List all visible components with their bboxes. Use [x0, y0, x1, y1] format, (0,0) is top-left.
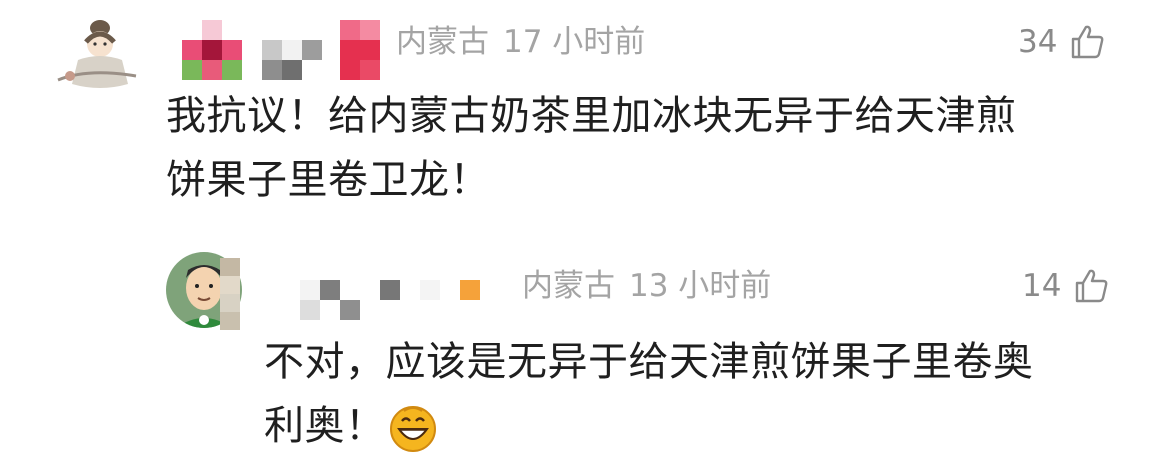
username-mosaic[interactable] [340, 20, 380, 80]
avatar[interactable] [48, 14, 144, 98]
comment-line-text: 利奥！ [264, 403, 386, 449]
comment-text: 我抗议！给内蒙古奶茶里加冰块无异于给天津煎 饼果子里卷卫龙！ [166, 84, 1017, 212]
comment-meta: 内蒙古 17 小时前 [396, 22, 645, 62]
comment-meta: 内蒙古 13 小时前 [522, 266, 771, 306]
grinning-face-emoji-icon [389, 406, 436, 452]
location-label: 内蒙古 [396, 24, 489, 60]
username-mosaic[interactable] [380, 280, 480, 300]
comment-line: 饼果子里卷卫龙！ [166, 157, 490, 203]
like-count: 34 [1018, 24, 1058, 60]
comment-text: 不对，应该是无异于给天津煎饼果子里卷奥 利奥！ [264, 330, 1034, 458]
location-label: 内蒙古 [522, 268, 615, 304]
cartoon-girl-avatar-icon [48, 14, 144, 98]
like-count: 14 [1022, 268, 1062, 304]
thumbs-up-icon [1072, 25, 1104, 59]
comment-line: 利奥！ [264, 394, 1034, 458]
time-label: 17 小时前 [503, 24, 646, 60]
username-mosaic[interactable] [300, 280, 360, 320]
like-button[interactable]: 34 [1018, 22, 1105, 62]
username-mosaic[interactable] [182, 20, 242, 80]
time-label: 13 小时前 [629, 268, 772, 304]
comment-line: 我抗议！给内蒙古奶茶里加冰块无异于给天津煎 [166, 93, 1017, 139]
comment-line: 不对，应该是无异于给天津煎饼果子里卷奥 [264, 339, 1034, 385]
username-mosaic[interactable] [220, 258, 240, 330]
thumbs-up-icon [1076, 269, 1108, 303]
like-button[interactable]: 14 [1022, 266, 1109, 306]
username-mosaic[interactable] [262, 40, 322, 80]
